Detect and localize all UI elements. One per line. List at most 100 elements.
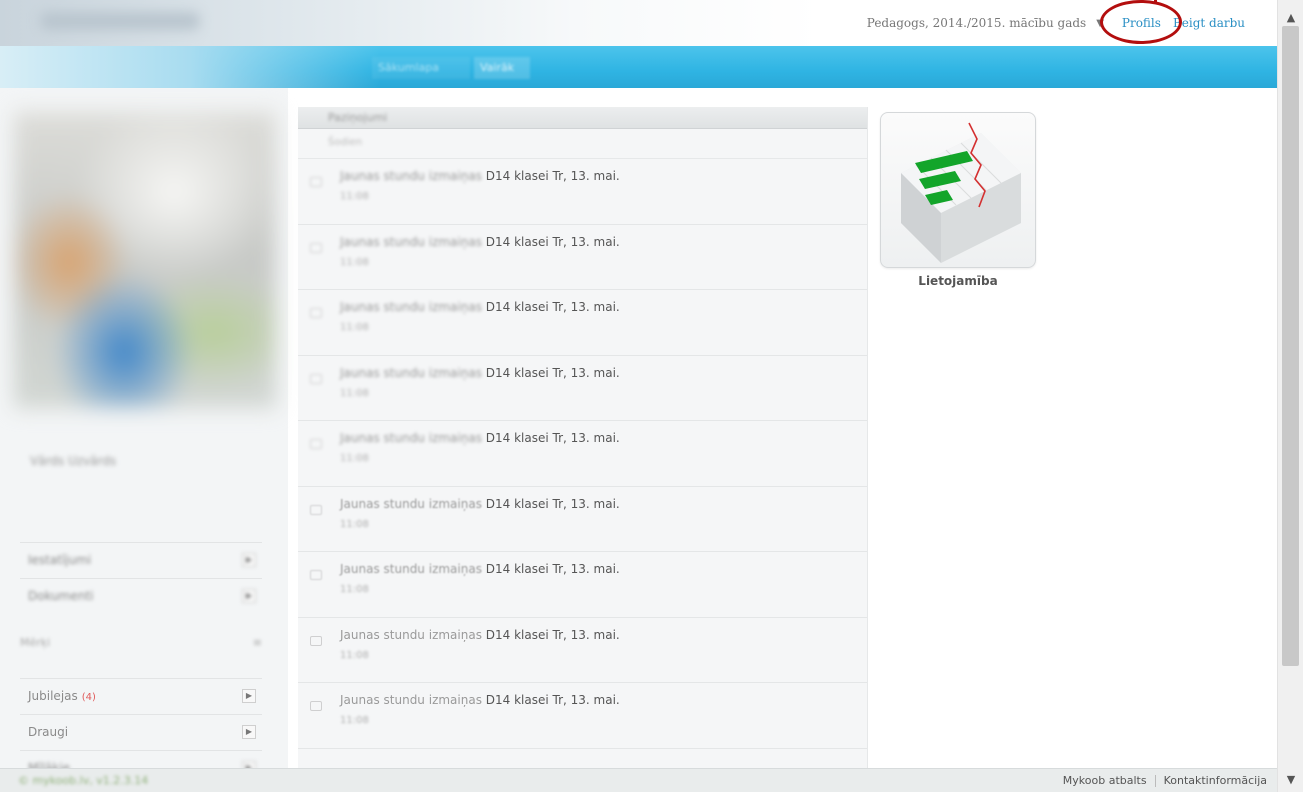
list-item[interactable]: Jaunas stundu izmaiņas D14 klasei Tr, 13…	[298, 356, 867, 421]
footer-divider	[1154, 774, 1156, 787]
notification-title: Jaunas stundu izmaiņas D14 klasei Tr, 13…	[340, 431, 620, 445]
vertical-scrollbar[interactable]: ▲ ▼	[1277, 0, 1303, 792]
apps-panel: Lietojamība	[868, 90, 1277, 768]
count-badge: (4)	[81, 691, 96, 703]
message-icon	[310, 439, 322, 449]
tab-home[interactable]: Sākumlapa	[372, 57, 470, 79]
feed-title: Paziņojumi	[328, 111, 388, 124]
message-icon	[310, 570, 322, 580]
message-icon	[310, 373, 322, 384]
list-item[interactable]: Jaunas stundu izmaiņas D14 klasei Tr, 13…	[298, 618, 867, 683]
notification-title: Jaunas stundu izmaiņas D14 klasei Tr, 13…	[340, 497, 620, 511]
message-icon	[310, 242, 322, 253]
message-icon	[310, 701, 322, 711]
list-item[interactable]: Jaunas stundu izmaiņas D14 klasei Tr, 13…	[298, 290, 867, 356]
notification-suffix: D14 klasei Tr, 13. mai.	[481, 562, 620, 576]
notification-time: 11:08	[340, 584, 369, 595]
feed-header: Paziņojumi	[298, 107, 867, 129]
notification-title: Jaunas stundu izmaiņas D14 klasei Tr, 13…	[340, 693, 620, 707]
play-arrow-icon: ▶	[242, 688, 256, 703]
list-item[interactable]: Jaunas stundu izmaiņas D14 klasei Tr, 13…	[298, 159, 867, 225]
main-nav: Sākumlapa Vairāk	[0, 46, 1277, 88]
scroll-up-icon[interactable]: ▲	[1278, 6, 1303, 28]
notification-title: Jaunas stundu izmaiņas D14 klasei Tr, 13…	[340, 235, 620, 249]
list-item[interactable]: Jaunas stundu izmaiņas D14 klasei Tr, 13…	[298, 225, 867, 290]
sidebar-item-documents[interactable]: Dokumenti ▶	[20, 578, 262, 612]
notification-title: Jaunas stundu izmaiņas D14 klasei Tr, 13…	[340, 366, 620, 380]
notification-title: Jaunas stundu izmaiņas D14 klasei Tr, 13…	[340, 169, 620, 183]
play-arrow-icon: ▶	[242, 552, 256, 567]
scrollbar-thumb[interactable]	[1282, 26, 1299, 666]
app-tile-usability[interactable]	[880, 112, 1036, 268]
notification-time: 11:08	[340, 191, 369, 202]
play-arrow-icon: ▶	[242, 588, 256, 603]
message-icon	[310, 177, 322, 187]
sidebar-section-header: Mērķi ≡	[20, 636, 262, 649]
list-item[interactable]: Jaunas stundu izmaiņas D14 klasei Tr, 13…	[298, 487, 867, 552]
scroll-down-icon[interactable]: ▼	[1278, 768, 1303, 790]
message-icon	[310, 308, 322, 318]
message-icon	[310, 635, 322, 646]
notification-prefix: Jaunas stundu izmaiņas	[340, 693, 482, 707]
logo-area	[0, 0, 820, 46]
profile-link-label: Profils	[1121, 16, 1161, 30]
notification-time: 11:08	[340, 256, 369, 268]
notification-time: 11:08	[340, 322, 369, 333]
sidebar-item-label: Dokumenti	[28, 588, 94, 603]
notification-prefix: Jaunas stundu izmaiņas	[340, 169, 482, 183]
list-item[interactable]: Jaunas stundu izmaiņas D14 klasei Tr, 13…	[298, 683, 867, 749]
notifications-feed: Paziņojumi Šodien Jaunas stundu izmaiņas…	[298, 107, 868, 768]
nav-fade	[0, 46, 380, 88]
notification-prefix: Jaunas stundu izmaiņas	[340, 627, 482, 642]
bar-chart-icon	[901, 122, 1021, 263]
notification-suffix: D14 klasei Tr, 13. mai.	[481, 431, 620, 445]
notification-time: 11:08	[340, 453, 369, 464]
notification-list: Jaunas stundu izmaiņas D14 klasei Tr, 13…	[298, 159, 867, 749]
profile-link[interactable]: Profils	[1099, 0, 1182, 44]
notification-time: 11:08	[340, 518, 369, 530]
notification-prefix: Jaunas stundu izmaiņas	[340, 234, 482, 249]
notification-time: 11:08	[340, 715, 369, 726]
notification-suffix: D14 klasei Tr, 13. mai.	[481, 693, 620, 707]
list-item[interactable]: Jaunas stundu izmaiņas D14 klasei Tr, 13…	[298, 552, 867, 618]
avatar[interactable]	[14, 112, 276, 408]
role-selector[interactable]: Pedagogs, 2014./2015. mācību gads	[867, 16, 1086, 30]
notification-prefix: Jaunas stundu izmaiņas	[340, 300, 482, 314]
support-link[interactable]: Mykoob atbalts	[1063, 774, 1147, 787]
sidebar-section-title: Mērķi	[20, 636, 51, 649]
contact-link[interactable]: Kontaktinformācija	[1164, 774, 1267, 787]
top-header: Pedagogs, 2014./2015. mācību gads ▼ Prof…	[0, 0, 1277, 46]
highlight-arrow	[1153, 0, 1157, 4]
notification-suffix: D14 klasei Tr, 13. mai.	[481, 234, 620, 249]
copyright-text: © mykoob.lv, v1.2.3.14	[18, 774, 149, 787]
notification-title: Jaunas stundu izmaiņas D14 klasei Tr, 13…	[340, 628, 620, 642]
notification-prefix: Jaunas stundu izmaiņas	[340, 562, 482, 576]
sidebar: Vārds Uzvārds Iestatījumi ▶ Dokumenti ▶ …	[0, 88, 288, 775]
list-item[interactable]: Jaunas stundu izmaiņas D14 klasei Tr, 13…	[298, 421, 867, 487]
logout-link[interactable]: Beigt darbu	[1173, 16, 1245, 30]
jubilees-label: Jubilejas	[28, 688, 78, 703]
sidebar-item-label: Iestatījumi	[28, 552, 92, 567]
notification-prefix: Jaunas stundu izmaiņas	[340, 431, 482, 445]
app-tile-label[interactable]: Lietojamība	[880, 274, 1036, 288]
sidebar-item-label: Draugi	[28, 724, 69, 739]
feed-date-group: Šodien	[328, 137, 363, 148]
notification-suffix: D14 klasei Tr, 13. mai.	[481, 496, 620, 511]
notification-title: Jaunas stundu izmaiņas D14 klasei Tr, 13…	[340, 562, 620, 576]
sidebar-item-jubilees[interactable]: Jubilejas (4) ▶	[20, 678, 262, 712]
sidebar-item-settings[interactable]: Iestatījumi ▶	[20, 542, 262, 576]
tab-more[interactable]: Vairāk	[474, 57, 530, 79]
notification-suffix: D14 klasei Tr, 13. mai.	[481, 300, 620, 314]
footer: © mykoob.lv, v1.2.3.14 Mykoob atbalts Ko…	[0, 768, 1277, 792]
user-menu: Pedagogs, 2014./2015. mācību gads ▼ Prof…	[867, 0, 1245, 46]
chevron-down-icon[interactable]: ▼	[1096, 18, 1104, 29]
play-arrow-icon: ▶	[242, 724, 256, 739]
notification-time: 11:08	[340, 387, 369, 399]
sidebar-item-friends[interactable]: Draugi ▶	[20, 714, 262, 748]
notification-suffix: D14 klasei Tr, 13. mai.	[481, 365, 620, 380]
message-icon	[310, 504, 322, 515]
collapse-icon[interactable]: ≡	[253, 636, 262, 649]
notification-prefix: Jaunas stundu izmaiņas	[340, 365, 482, 380]
notification-suffix: D14 klasei Tr, 13. mai.	[481, 169, 620, 183]
user-name[interactable]: Vārds Uzvārds	[30, 454, 116, 468]
